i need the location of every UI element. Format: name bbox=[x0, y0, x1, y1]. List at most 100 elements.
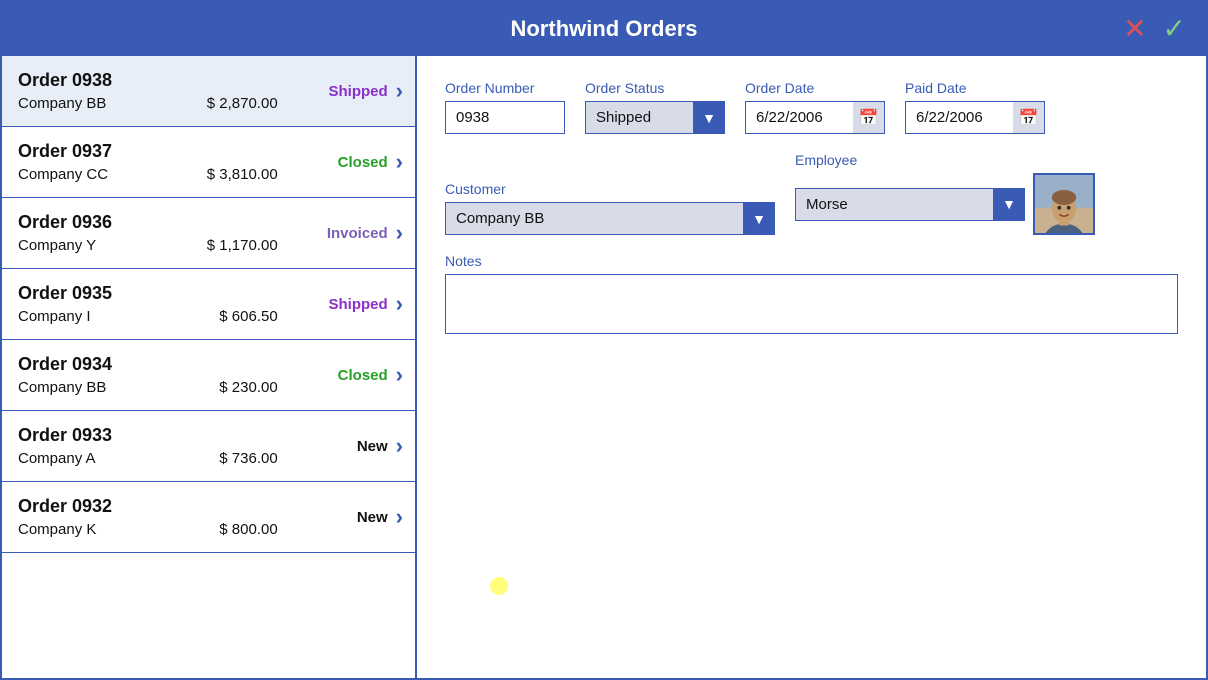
main-content: Order 0938 Company BB $ 2,870.00 Shipped… bbox=[2, 56, 1206, 678]
customer-select[interactable]: Company BB Company A Company CC Company … bbox=[445, 202, 775, 235]
order-item-status: Invoiced bbox=[298, 225, 388, 242]
order-item-status: Shipped bbox=[298, 83, 388, 100]
order-item-number: Order 0934 bbox=[18, 354, 278, 375]
order-item-right: New bbox=[278, 438, 388, 455]
paid-date-wrapper: 📅 bbox=[905, 101, 1045, 134]
employee-select[interactable]: Morse bbox=[795, 188, 1025, 221]
order-item-amount: $ 2,870.00 bbox=[207, 95, 278, 112]
order-item-right: Closed bbox=[278, 367, 388, 384]
order-item-sub: Company K $ 800.00 bbox=[18, 521, 278, 538]
app-title: Northwind Orders bbox=[510, 16, 697, 41]
order-item-number: Order 0937 bbox=[18, 141, 278, 162]
order-item-company: Company CC bbox=[18, 166, 108, 183]
order-item[interactable]: Order 0935 Company I $ 606.50 Shipped › bbox=[2, 269, 415, 340]
customer-group: Customer Company BB Company A Company CC… bbox=[445, 181, 775, 235]
order-item-info: Order 0934 Company BB $ 230.00 bbox=[18, 354, 278, 396]
order-item-status: Closed bbox=[298, 154, 388, 171]
order-item-info: Order 0933 Company A $ 736.00 bbox=[18, 425, 278, 467]
order-item-amount: $ 736.00 bbox=[219, 450, 277, 467]
order-chevron-icon[interactable]: › bbox=[396, 433, 403, 459]
order-chevron-icon[interactable]: › bbox=[396, 291, 403, 317]
order-item[interactable]: Order 0937 Company CC $ 3,810.00 Closed … bbox=[2, 127, 415, 198]
order-item-right: Invoiced bbox=[278, 225, 388, 242]
customer-select-wrapper: Company BB Company A Company CC Company … bbox=[445, 202, 775, 235]
order-date-group: Order Date 📅 bbox=[745, 80, 885, 134]
order-item-company: Company A bbox=[18, 450, 96, 467]
order-item-number: Order 0933 bbox=[18, 425, 278, 446]
order-chevron-icon[interactable]: › bbox=[396, 504, 403, 530]
employee-label: Employee bbox=[795, 152, 1095, 168]
confirm-button[interactable]: ✓ bbox=[1159, 15, 1190, 43]
order-item-amount: $ 1,170.00 bbox=[207, 237, 278, 254]
form-row-1: Order Number Order Status Shipped New In… bbox=[445, 80, 1178, 134]
detail-panel: Order Number Order Status Shipped New In… bbox=[417, 56, 1206, 678]
paid-date-calendar-icon[interactable]: 📅 bbox=[1013, 101, 1045, 134]
order-item-status: New bbox=[298, 509, 388, 526]
close-button[interactable]: ✕ bbox=[1119, 15, 1150, 43]
form-row-2: Customer Company BB Company A Company CC… bbox=[445, 152, 1178, 235]
order-item-sub: Company I $ 606.50 bbox=[18, 308, 278, 325]
order-item-number: Order 0936 bbox=[18, 212, 278, 233]
order-item-number: Order 0935 bbox=[18, 283, 278, 304]
order-item[interactable]: Order 0936 Company Y $ 1,170.00 Invoiced… bbox=[2, 198, 415, 269]
order-date-label: Order Date bbox=[745, 80, 885, 96]
order-item-amount: $ 606.50 bbox=[219, 308, 277, 325]
order-item[interactable]: Order 0934 Company BB $ 230.00 Closed › bbox=[2, 340, 415, 411]
order-chevron-icon[interactable]: › bbox=[396, 220, 403, 246]
order-item-sub: Company BB $ 2,870.00 bbox=[18, 95, 278, 112]
order-status-select[interactable]: Shipped New Invoiced Closed bbox=[585, 101, 725, 134]
title-bar: Northwind Orders ✕ ✓ bbox=[2, 2, 1206, 56]
employee-row: Morse ▼ bbox=[795, 173, 1095, 235]
order-item-info: Order 0936 Company Y $ 1,170.00 bbox=[18, 212, 278, 254]
order-item[interactable]: Order 0932 Company K $ 800.00 New › bbox=[2, 482, 415, 553]
order-item-status: New bbox=[298, 438, 388, 455]
notes-textarea[interactable] bbox=[445, 274, 1178, 334]
order-item-number: Order 0932 bbox=[18, 496, 278, 517]
order-item-company: Company BB bbox=[18, 95, 106, 112]
order-item[interactable]: Order 0938 Company BB $ 2,870.00 Shipped… bbox=[2, 56, 415, 127]
order-status-select-wrapper: Shipped New Invoiced Closed ▼ bbox=[585, 101, 725, 134]
order-item-info: Order 0937 Company CC $ 3,810.00 bbox=[18, 141, 278, 183]
paid-date-group: Paid Date 📅 bbox=[905, 80, 1045, 134]
order-item-number: Order 0938 bbox=[18, 70, 278, 91]
order-item-info: Order 0932 Company K $ 800.00 bbox=[18, 496, 278, 538]
employee-photo-svg bbox=[1035, 173, 1093, 235]
order-item[interactable]: Order 0933 Company A $ 736.00 New › bbox=[2, 411, 415, 482]
order-item-sub: Company CC $ 3,810.00 bbox=[18, 166, 278, 183]
order-item-amount: $ 3,810.00 bbox=[207, 166, 278, 183]
order-item-right: Shipped bbox=[278, 296, 388, 313]
order-chevron-icon[interactable]: › bbox=[396, 362, 403, 388]
app-window: Northwind Orders ✕ ✓ Order 0938 Company … bbox=[0, 0, 1208, 680]
order-number-label: Order Number bbox=[445, 80, 565, 96]
order-item-sub: Company A $ 736.00 bbox=[18, 450, 278, 467]
order-item-sub: Company Y $ 1,170.00 bbox=[18, 237, 278, 254]
order-item-status: Closed bbox=[298, 367, 388, 384]
order-item-amount: $ 230.00 bbox=[219, 379, 277, 396]
order-chevron-icon[interactable]: › bbox=[396, 149, 403, 175]
order-item-right: Closed bbox=[278, 154, 388, 171]
order-status-label: Order Status bbox=[585, 80, 725, 96]
order-list[interactable]: Order 0938 Company BB $ 2,870.00 Shipped… bbox=[2, 56, 417, 678]
order-item-company: Company K bbox=[18, 521, 96, 538]
order-item-right: Shipped bbox=[278, 83, 388, 100]
order-item-company: Company Y bbox=[18, 237, 96, 254]
employee-select-wrapper: Morse ▼ bbox=[795, 188, 1025, 221]
order-date-calendar-icon[interactable]: 📅 bbox=[853, 101, 885, 134]
order-item-right: New bbox=[278, 509, 388, 526]
order-item-amount: $ 800.00 bbox=[219, 521, 277, 538]
employee-group: Employee Morse ▼ bbox=[795, 152, 1095, 235]
paid-date-label: Paid Date bbox=[905, 80, 1045, 96]
notes-label: Notes bbox=[445, 253, 1178, 269]
order-date-wrapper: 📅 bbox=[745, 101, 885, 134]
order-number-group: Order Number bbox=[445, 80, 565, 134]
order-chevron-icon[interactable]: › bbox=[396, 78, 403, 104]
order-item-company: Company BB bbox=[18, 379, 106, 396]
order-item-info: Order 0938 Company BB $ 2,870.00 bbox=[18, 70, 278, 112]
order-item-status: Shipped bbox=[298, 296, 388, 313]
employee-photo bbox=[1033, 173, 1095, 235]
order-status-group: Order Status Shipped New Invoiced Closed… bbox=[585, 80, 725, 134]
order-item-info: Order 0935 Company I $ 606.50 bbox=[18, 283, 278, 325]
order-number-input[interactable] bbox=[445, 101, 565, 134]
customer-label: Customer bbox=[445, 181, 775, 197]
title-bar-actions: ✕ ✓ bbox=[1119, 15, 1190, 43]
